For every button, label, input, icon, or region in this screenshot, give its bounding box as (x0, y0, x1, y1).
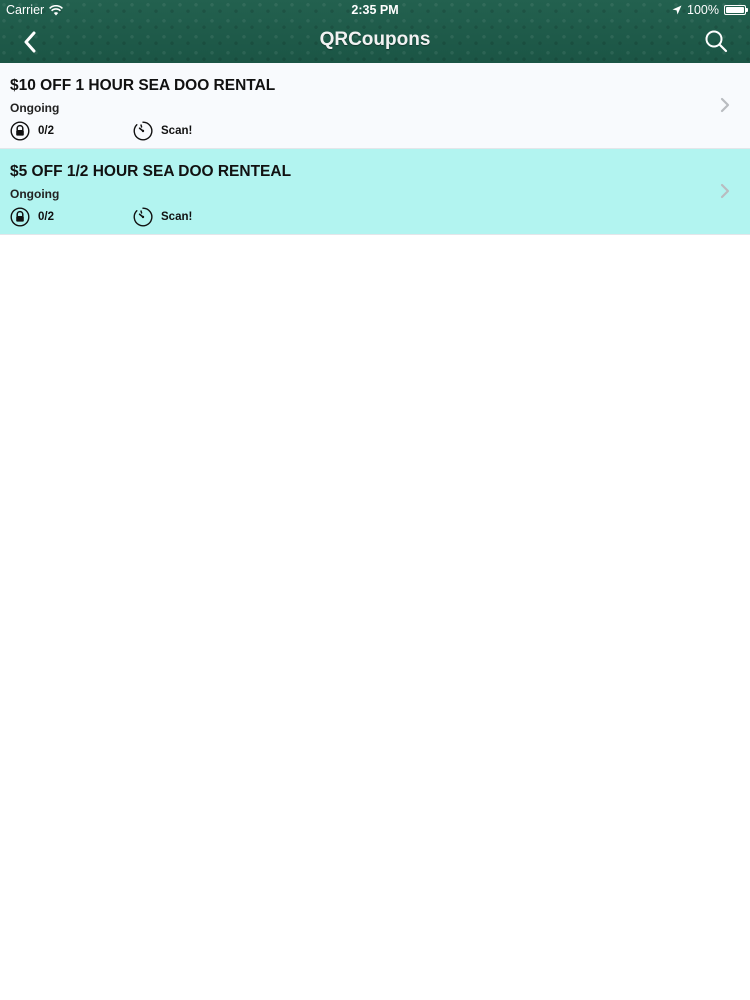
status-time: 2:35 PM (351, 3, 399, 17)
usage-group: 0/2 (10, 207, 54, 227)
coupon-title: $5 OFF 1/2 HOUR SEA DOO RENTEAL (10, 163, 292, 180)
coupon-status: Ongoing (10, 101, 60, 115)
lock-icon (10, 207, 30, 227)
search-icon (705, 30, 728, 53)
coupon-usage: 0/2 (38, 125, 54, 137)
coupon-list: $10 OFF 1 HOUR SEA DOO RENTAL Ongoing 0/… (0, 63, 750, 235)
status-right: 100% (672, 3, 748, 17)
coupon-usage: 0/2 (38, 211, 54, 223)
status-bar: Carrier 2:35 PM 100% (0, 0, 750, 20)
location-arrow-icon (672, 5, 682, 15)
battery-percent: 100% (687, 3, 719, 17)
coupon-action: Scan! (161, 211, 193, 223)
coupon-meta: 0/2 Scan! (10, 121, 192, 141)
chevron-right-icon (720, 183, 730, 199)
chevron-right-icon (720, 97, 730, 113)
battery-icon (724, 5, 748, 15)
scan-group: Scan! (133, 121, 192, 141)
page-title: QRCoupons (319, 29, 431, 50)
usage-group: 0/2 (10, 121, 54, 141)
coupon-title: $10 OFF 1 HOUR SEA DOO RENTAL (10, 77, 276, 94)
timer-icon (133, 207, 153, 227)
scan-group: Scan! (133, 207, 192, 227)
timer-icon (133, 121, 153, 141)
coupon-meta: 0/2 Scan! (10, 207, 192, 227)
lock-icon (10, 121, 30, 141)
coupon-action: Scan! (161, 125, 193, 137)
coupon-row[interactable]: $5 OFF 1/2 HOUR SEA DOO RENTEAL Ongoing … (0, 149, 750, 235)
coupon-status: Ongoing (10, 187, 60, 201)
battery-level (726, 7, 744, 13)
coupon-row[interactable]: $10 OFF 1 HOUR SEA DOO RENTAL Ongoing 0/… (0, 63, 750, 149)
nav-bar: QRCoupons (0, 20, 750, 63)
app-header: Carrier 2:35 PM 100% QRCoupons (0, 0, 750, 63)
search-button[interactable] (700, 25, 732, 57)
